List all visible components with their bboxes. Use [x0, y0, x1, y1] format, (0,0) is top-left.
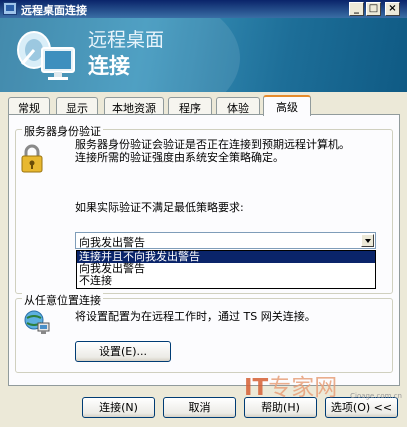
option-warn-me[interactable]: 向我发出警告	[77, 263, 375, 275]
banner-line-2: 连接	[88, 54, 130, 78]
server-auth-group-title: 服务器身份验证	[22, 123, 103, 139]
server-auth-desc-2: 连接所需的验证强度由系统安全策略确定。	[75, 151, 284, 164]
watermark-brand-rest: 专家网	[268, 375, 338, 401]
auth-behavior-selected: 向我发出警告	[79, 236, 145, 249]
remote-desktop-app-icon	[3, 2, 17, 15]
lock-icon	[21, 144, 43, 173]
monitor-satellite-icon	[17, 31, 75, 80]
minimize-button[interactable]: _	[349, 2, 364, 16]
gateway-group-title: 从任意位置连接	[22, 292, 103, 308]
maximize-button[interactable]: □	[366, 2, 381, 16]
tab-local-resources[interactable]: 本地资源	[104, 97, 164, 115]
header-banner: 远程桌面 连接	[0, 18, 407, 92]
watermark-sub: Cioage.com.cn	[350, 392, 402, 400]
auth-behavior-dropdown: 连接并且不向我发出警告 向我发出警告 不连接	[76, 250, 376, 289]
tab-strip: 常规 显示 本地资源 程序 体验 高级	[8, 95, 403, 116]
tab-advanced[interactable]: 高级	[263, 95, 311, 116]
policy-prompt: 如果实际验证不满足最低策略要求:	[75, 201, 244, 214]
tab-general[interactable]: 常规	[8, 97, 50, 115]
banner-line-1: 远程桌面	[88, 29, 165, 51]
option-do-not-connect[interactable]: 不连接	[77, 275, 375, 287]
tab-panel-advanced: 服务器身份验证 服务器身份验证会验证是否正在连接到预期远程计算机。 连接所需的验…	[8, 114, 400, 386]
watermark-brand: IT专家网	[244, 368, 337, 402]
tab-programs[interactable]: 程序	[168, 97, 212, 115]
tab-display[interactable]: 显示	[56, 97, 98, 115]
gateway-settings-button[interactable]: 设置(E)...	[75, 341, 171, 362]
watermark-brand-it: IT	[244, 375, 269, 401]
connect-button[interactable]: 连接(N)	[82, 397, 155, 418]
auth-behavior-select[interactable]: 向我发出警告	[75, 232, 376, 249]
network-globe-icon	[24, 310, 50, 334]
tab-experience[interactable]: 体验	[216, 97, 260, 115]
chevron-down-icon[interactable]	[361, 234, 374, 247]
cancel-button[interactable]: 取消	[163, 397, 236, 418]
server-auth-desc-1: 服务器身份验证会验证是否正在连接到预期远程计算机。	[75, 138, 350, 151]
watermark-logo: IT专家网 Cioage.com.cn	[244, 368, 404, 402]
gateway-desc: 将设置配置为在远程工作时，通过 TS 网关连接。	[75, 310, 316, 323]
title-bar: 远程桌面连接 _ □ ×	[0, 0, 407, 18]
close-button[interactable]: ×	[385, 2, 400, 16]
window-title: 远程桌面连接	[21, 4, 87, 17]
